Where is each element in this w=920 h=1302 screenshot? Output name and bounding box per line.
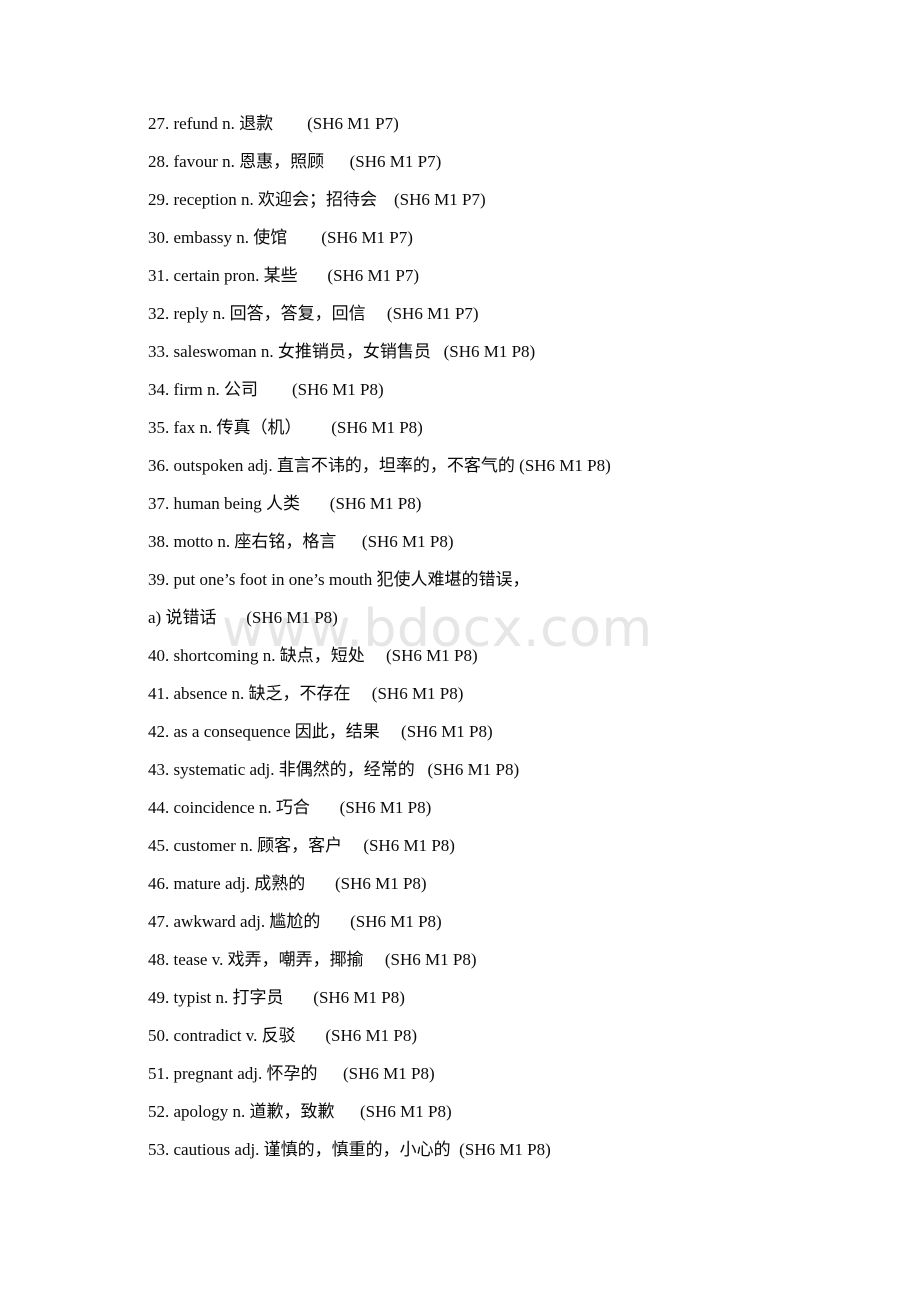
vocabulary-entry: 34. firm n. 公司 (SH6 M1 P8) bbox=[148, 380, 384, 399]
vocabulary-entry: 32. reply n. 回答，答复，回信 (SH6 M1 P7) bbox=[148, 304, 479, 323]
vocabulary-entry: 38. motto n. 座右铭，格言 (SH6 M1 P8) bbox=[148, 532, 454, 551]
document-page: www.bdocx.com 27. refund n. 退款 (SH6 M1 P… bbox=[0, 0, 920, 1302]
vocabulary-entry: 36. outspoken adj. 直言不讳的，坦率的，不客气的 (SH6 M… bbox=[148, 456, 611, 475]
vocabulary-entry: 47. awkward adj. 尴尬的 (SH6 M1 P8) bbox=[148, 912, 442, 931]
vocabulary-entry: 27. refund n. 退款 (SH6 M1 P7) bbox=[148, 114, 399, 133]
vocabulary-entry: 42. as a consequence 因此，结果 (SH6 M1 P8) bbox=[148, 722, 493, 741]
vocabulary-entry: 33. saleswoman n. 女推销员，女销售员 (SH6 M1 P8) bbox=[148, 342, 536, 361]
vocabulary-entry: 39. put one’s foot in one’s mouth 犯使人难堪的… bbox=[148, 570, 530, 589]
vocabulary-entry: 51. pregnant adj. 怀孕的 (SH6 M1 P8) bbox=[148, 1064, 435, 1083]
vocabulary-entry: 35. fax n. 传真（机） (SH6 M1 P8) bbox=[148, 418, 423, 437]
vocabulary-entry: 50. contradict v. 反驳 (SH6 M1 P8) bbox=[148, 1026, 417, 1045]
vocabulary-entry: 37. human being 人类 (SH6 M1 P8) bbox=[148, 494, 422, 513]
vocabulary-entry: 53. cautious adj. 谨慎的，慎重的，小心的 (SH6 M1 P8… bbox=[148, 1140, 551, 1159]
vocabulary-entry: 41. absence n. 缺乏，不存在 (SH6 M1 P8) bbox=[148, 684, 464, 703]
vocabulary-entry: 43. systematic adj. 非偶然的，经常的 (SH6 M1 P8) bbox=[148, 760, 520, 779]
vocabulary-entry: 40. shortcoming n. 缺点，短处 (SH6 M1 P8) bbox=[148, 646, 478, 665]
vocabulary-entry: 30. embassy n. 使馆 (SH6 M1 P7) bbox=[148, 228, 413, 247]
vocabulary-entry: 52. apology n. 道歉，致歉 (SH6 M1 P8) bbox=[148, 1102, 452, 1121]
vocabulary-list: 27. refund n. 退款 (SH6 M1 P7) 28. favour n… bbox=[148, 105, 848, 1169]
vocabulary-entry: 29. reception n. 欢迎会；招待会 (SH6 M1 P7) bbox=[148, 190, 486, 209]
vocabulary-entry: 46. mature adj. 成熟的 (SH6 M1 P8) bbox=[148, 874, 427, 893]
vocabulary-entry: 49. typist n. 打字员 (SH6 M1 P8) bbox=[148, 988, 405, 1007]
vocabulary-continuation-line: a) 说错话 (SH6 M1 P8) bbox=[148, 608, 338, 627]
vocabulary-entry: 48. tease v. 戏弄，嘲弄，揶揄 (SH6 M1 P8) bbox=[148, 950, 477, 969]
vocabulary-entry: 28. favour n. 恩惠，照顾 (SH6 M1 P7) bbox=[148, 152, 442, 171]
vocabulary-entry: 31. certain pron. 某些 (SH6 M1 P7) bbox=[148, 266, 420, 285]
vocabulary-entry: 44. coincidence n. 巧合 (SH6 M1 P8) bbox=[148, 798, 432, 817]
vocabulary-entry: 45. customer n. 顾客，客户 (SH6 M1 P8) bbox=[148, 836, 455, 855]
